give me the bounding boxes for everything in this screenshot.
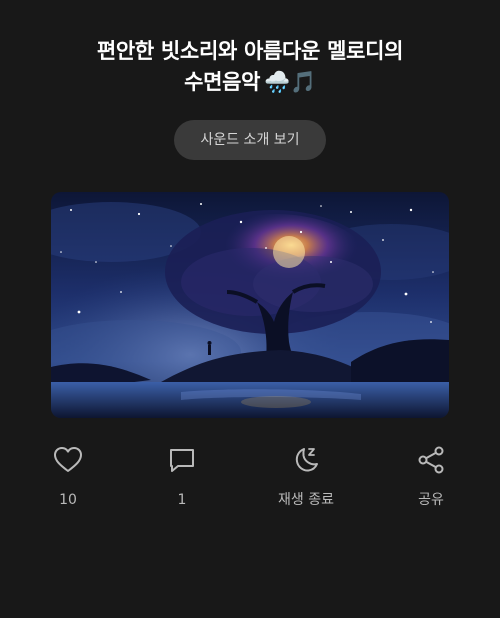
post-title: 편안한 빗소리와 아름다운 멜로디의 수면음악 🌧️🎵: [20, 36, 480, 98]
comment-count: 1: [177, 492, 187, 508]
sleep-timer-label: 재생 종료: [278, 492, 334, 508]
moon-sleep-icon: [295, 448, 318, 472]
title-line-1: 편안한 빗소리와 아름다운 멜로디의: [96, 39, 404, 63]
sound-intro-button[interactable]: 사운드 소개 보기: [174, 120, 326, 160]
share-button[interactable]: 공유: [381, 444, 481, 509]
comment-button[interactable]: 1: [132, 444, 232, 509]
share-icon: [418, 446, 444, 474]
heart-icon: [54, 447, 82, 472]
title-line-2: 수면음악 🌧️🎵: [20, 67, 480, 98]
action-bar: 10 1 재생 종료 공유: [0, 444, 500, 514]
post-detail-screen: 편안한 빗소리와 아름다운 멜로디의 수면음악 🌧️🎵 사운드 소개 보기 10…: [0, 0, 500, 618]
like-count: 10: [59, 492, 77, 508]
title-text: 수면음악: [184, 70, 261, 94]
share-label: 공유: [418, 492, 444, 508]
sleep-timer-button[interactable]: 재생 종료: [256, 444, 356, 509]
rain-music-emoji: 🌧️🎵: [264, 70, 316, 94]
night-sky-tree-image: [51, 192, 449, 418]
like-button[interactable]: 10: [18, 444, 118, 509]
comment-icon: [170, 449, 194, 472]
